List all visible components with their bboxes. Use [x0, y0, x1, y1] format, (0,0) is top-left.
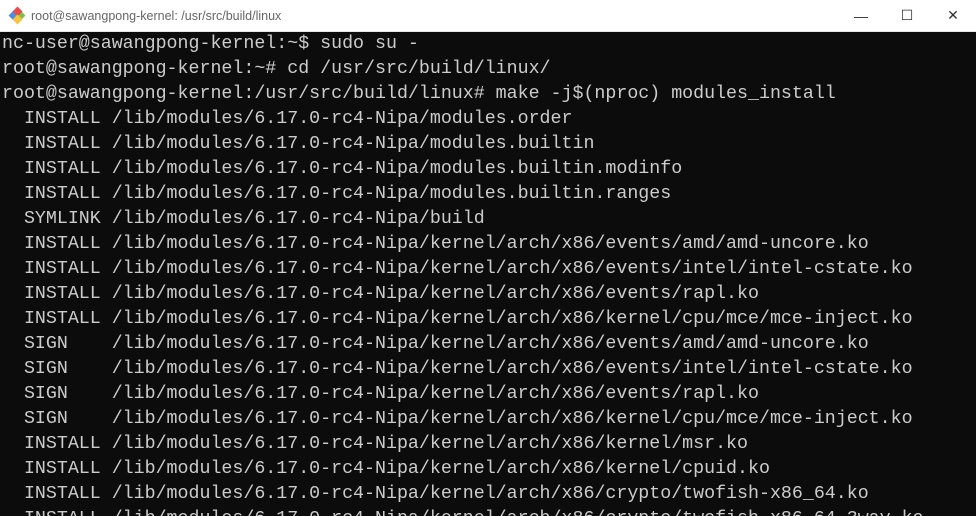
terminal-line: nc-user@sawangpong-kernel:~$ sudo su - [2, 34, 419, 54]
terminal-line: root@sawangpong-kernel:~# cd /usr/src/bu… [2, 59, 551, 79]
window-title: root@sawangpong-kernel: /usr/src/build/l… [31, 8, 282, 23]
terminal-line: INSTALL /lib/modules/6.17.0-rc4-Nipa/ker… [2, 434, 748, 454]
maximize-button[interactable]: ☐ [884, 0, 930, 31]
terminal-line: INSTALL /lib/modules/6.17.0-rc4-Nipa/ker… [2, 284, 759, 304]
terminal-line: INSTALL /lib/modules/6.17.0-rc4-Nipa/ker… [2, 234, 869, 254]
terminal-line: SYMLINK /lib/modules/6.17.0-rc4-Nipa/bui… [2, 209, 485, 229]
terminal-line: INSTALL /lib/modules/6.17.0-rc4-Nipa/ker… [2, 309, 913, 329]
terminal-line: root@sawangpong-kernel:/usr/src/build/li… [2, 84, 836, 104]
terminal-line: INSTALL /lib/modules/6.17.0-rc4-Nipa/ker… [2, 484, 869, 504]
terminal-line: INSTALL /lib/modules/6.17.0-rc4-Nipa/ker… [2, 259, 913, 279]
terminal-line: SIGN /lib/modules/6.17.0-rc4-Nipa/kernel… [2, 409, 913, 429]
minimize-button[interactable]: — [838, 0, 884, 31]
terminal-line: INSTALL /lib/modules/6.17.0-rc4-Nipa/ker… [2, 459, 770, 479]
terminal-line: INSTALL /lib/modules/6.17.0-rc4-Nipa/mod… [2, 184, 672, 204]
terminal-line: INSTALL /lib/modules/6.17.0-rc4-Nipa/mod… [2, 159, 683, 179]
terminal-output[interactable]: nc-user@sawangpong-kernel:~$ sudo su - ro… [0, 32, 976, 516]
terminal-app-icon [8, 6, 26, 24]
terminal-line: SIGN /lib/modules/6.17.0-rc4-Nipa/kernel… [2, 334, 869, 354]
terminal-line: INSTALL /lib/modules/6.17.0-rc4-Nipa/ker… [2, 507, 976, 516]
terminal-line: INSTALL /lib/modules/6.17.0-rc4-Nipa/mod… [2, 109, 573, 129]
close-button[interactable]: ✕ [930, 0, 976, 31]
terminal-line: INSTALL /lib/modules/6.17.0-rc4-Nipa/mod… [2, 134, 595, 154]
terminal-line: SIGN /lib/modules/6.17.0-rc4-Nipa/kernel… [2, 384, 759, 404]
terminal-line: SIGN /lib/modules/6.17.0-rc4-Nipa/kernel… [2, 359, 913, 379]
title-bar[interactable]: root@sawangpong-kernel: /usr/src/build/l… [0, 0, 976, 32]
